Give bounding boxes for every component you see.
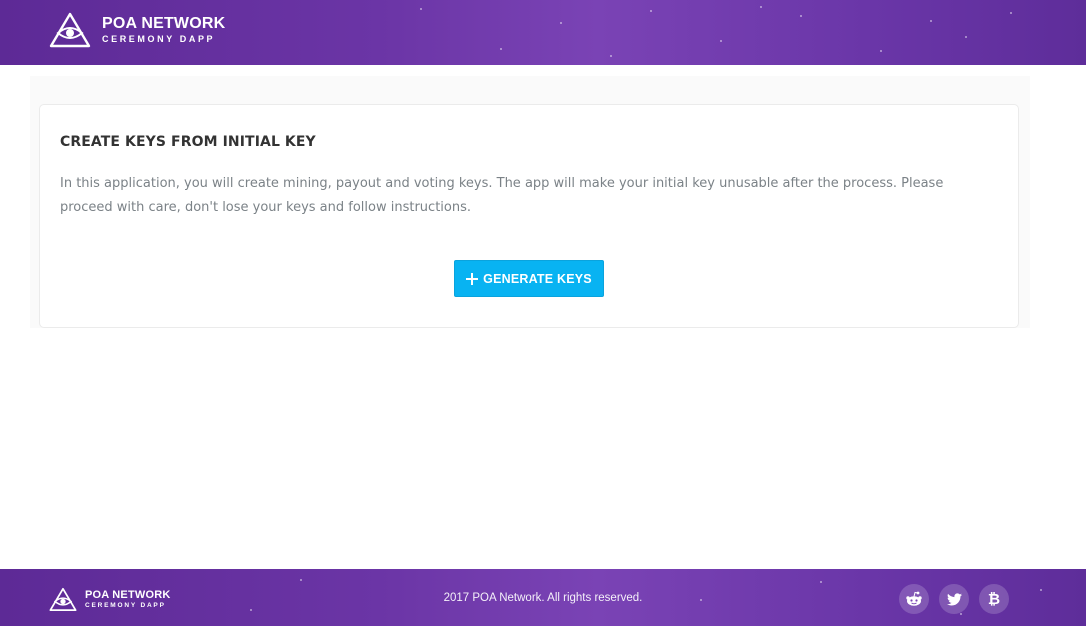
footer-brand-subtitle: CEREMONY DAPP [85,602,166,609]
generate-keys-label: GENERATE KEYS [483,271,592,286]
twitter-icon [946,592,962,605]
header-logo[interactable]: POA NETWORK CEREMONY DAPP [49,12,225,48]
reddit-icon [906,591,922,606]
header-brand-subtitle: CEREMONY DAPP [102,34,216,44]
card-title: CREATE KEYS FROM INITIAL KEY [60,134,316,150]
reddit-link[interactable] [899,584,929,614]
bitcoin-icon: ₿ [987,589,1001,608]
twitter-link[interactable] [939,584,969,614]
eye-in-triangle-icon [49,12,91,48]
eye-in-triangle-icon [49,587,77,612]
card-description: In this application, you will create min… [60,176,944,215]
header-brand-title: POA NETWORK [102,15,226,32]
create-keys-card: CREATE KEYS FROM INITIAL KEY In this app… [39,104,1019,328]
bitcoin-link[interactable]: ₿ [979,584,1009,614]
top-header: POA NETWORK CEREMONY DAPP [0,0,1086,65]
generate-keys-button[interactable]: GENERATE KEYS [454,260,604,297]
footer-logo[interactable]: POA NETWORK CEREMONY DAPP [49,587,171,612]
plus-icon [466,272,479,285]
footer-brand-title: POA NETWORK [85,589,171,601]
